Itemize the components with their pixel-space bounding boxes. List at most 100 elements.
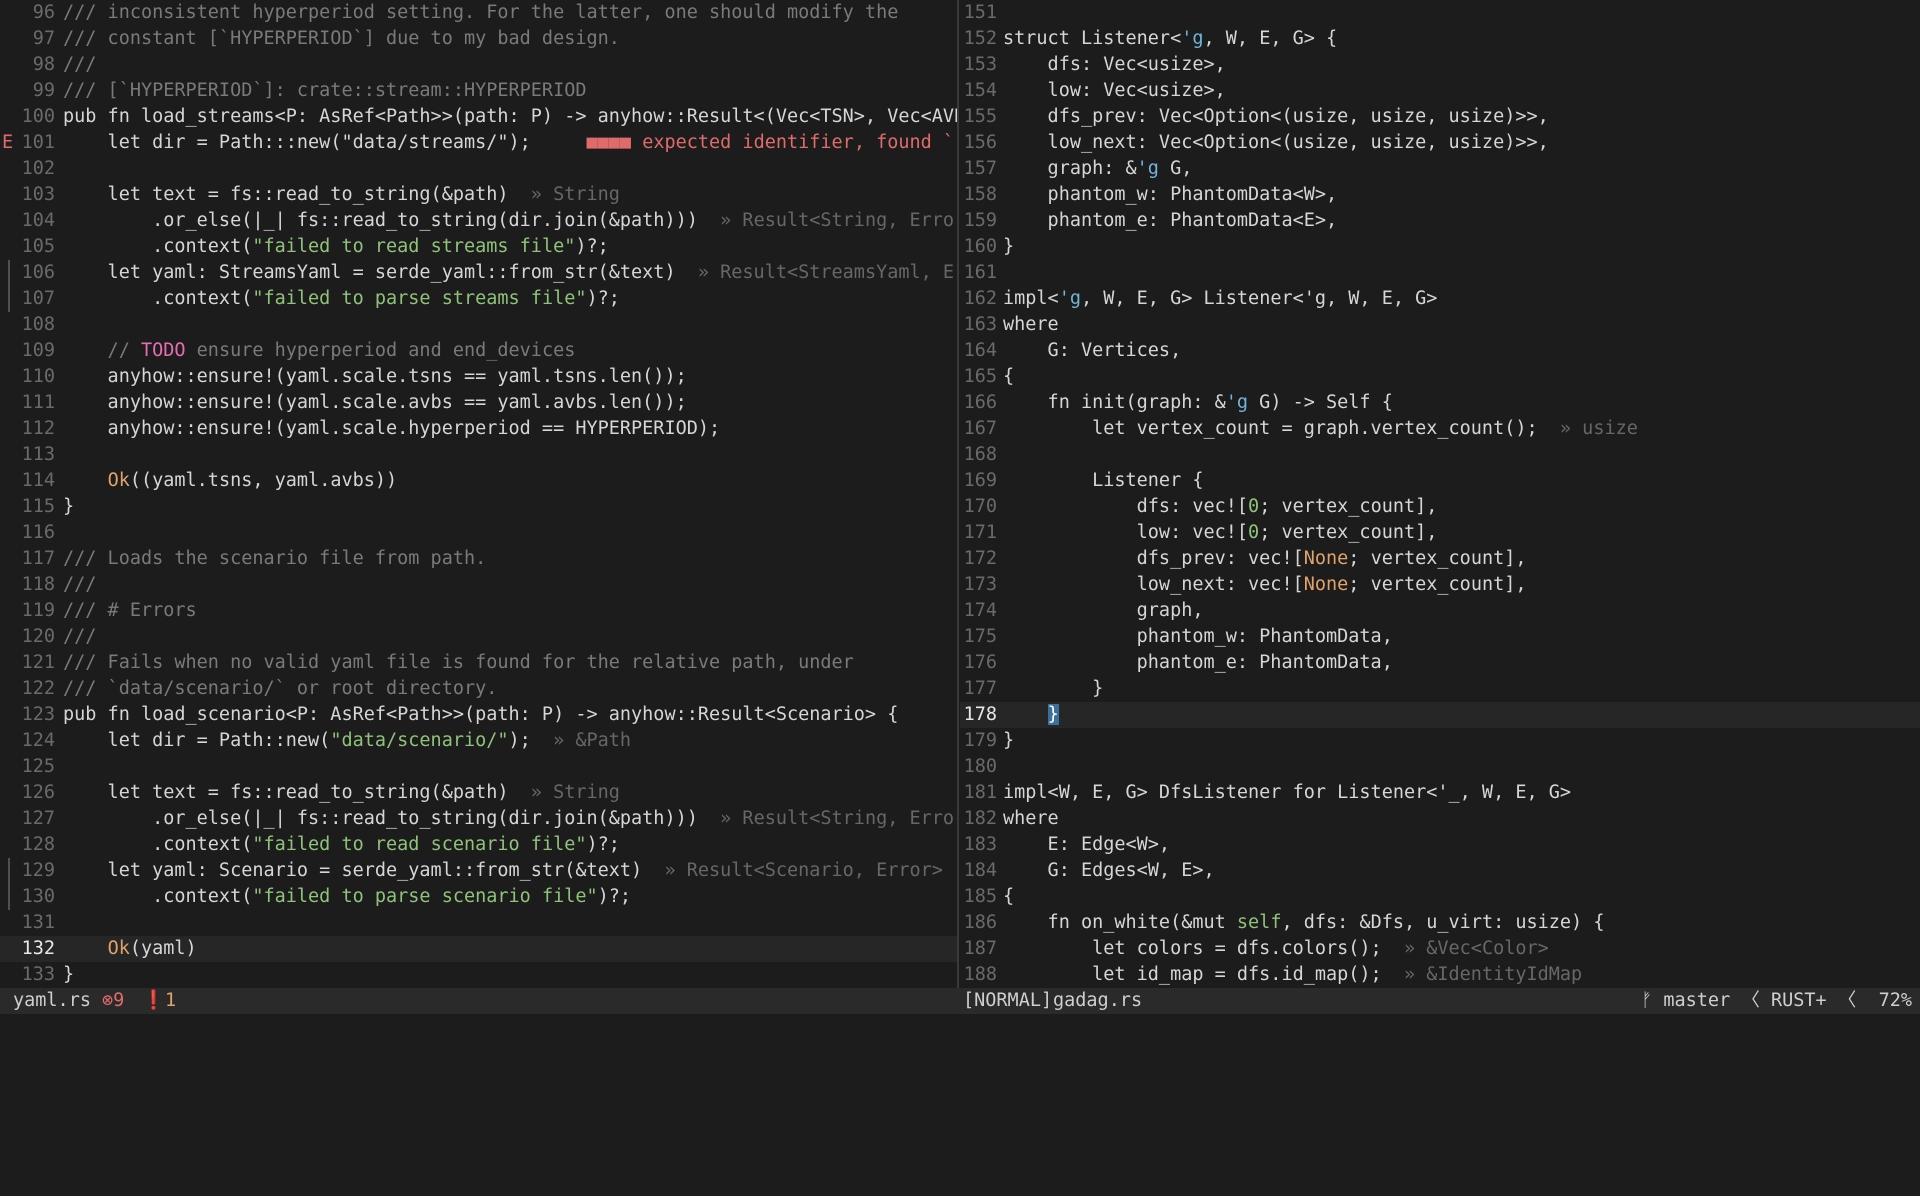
code-line[interactable]: 152 struct Listener<'g, W, E, G> { — [960, 26, 1920, 52]
code-text[interactable]: .context("failed to read scenario file")… — [63, 832, 620, 858]
code-text[interactable]: Listener { — [1003, 468, 1203, 494]
code-text[interactable]: low: Vec<usize>, — [1003, 78, 1226, 104]
code-line[interactable]: 165 { — [960, 364, 1920, 390]
code-line[interactable]: 154 low: Vec<usize>, — [960, 78, 1920, 104]
code-line[interactable]: 103 let text = fs::read_to_string(&path)… — [0, 182, 957, 208]
code-text[interactable]: low_next: Vec<Option<(usize, usize, usiz… — [1003, 130, 1549, 156]
code-line[interactable]: 172 dfs_prev: vec![None; vertex_count], — [960, 546, 1920, 572]
code-text[interactable]: let dir = Path::new("data/scenario/"); »… — [63, 728, 632, 754]
code-text[interactable]: phantom_e: PhantomData, — [1003, 650, 1393, 676]
code-text[interactable]: } — [63, 494, 74, 520]
status-warning-count[interactable]: ❗1 — [142, 988, 176, 1014]
code-line[interactable]: 121 /// Fails when no valid yaml file is … — [0, 650, 957, 676]
code-line[interactable]: 186 fn on_white(&mut self, dfs: &Dfs, u_… — [960, 910, 1920, 936]
code-line[interactable]: 176 phantom_e: PhantomData, — [960, 650, 1920, 676]
code-line[interactable]: 188 let id_map = dfs.id_map(); » &Identi… — [960, 962, 1920, 988]
code-line[interactable]: 159 phantom_e: PhantomData<E>, — [960, 208, 1920, 234]
code-text[interactable]: /// Loads the scenario file from path. — [63, 546, 486, 572]
code-line[interactable]: 181 impl<W, E, G> DfsListener for Listene… — [960, 780, 1920, 806]
code-line[interactable]: 157 graph: &'g G, — [960, 156, 1920, 182]
code-text[interactable]: dfs_prev: vec![None; vertex_count], — [1003, 546, 1527, 572]
code-text[interactable]: anyhow::ensure!(yaml.scale.hyperperiod =… — [63, 416, 721, 442]
code-line[interactable]: 173 low_next: vec![None; vertex_count], — [960, 572, 1920, 598]
code-text[interactable]: pub fn load_streams<P: AsRef<Path>>(path… — [63, 104, 957, 130]
code-text[interactable]: .or_else(|_| fs::read_to_string(dir.join… — [63, 806, 957, 832]
code-line[interactable]: 107 .context("failed to parse streams fi… — [0, 286, 957, 312]
code-line[interactable]: 182 where — [960, 806, 1920, 832]
code-text[interactable]: /// # Errors — [63, 598, 197, 624]
code-line[interactable]: 110 anyhow::ensure!(yaml.scale.tsns == y… — [0, 364, 957, 390]
code-text[interactable]: Ok(yaml) — [63, 936, 197, 962]
code-line[interactable]: 98 /// — [0, 52, 957, 78]
code-line[interactable]: 161 — [960, 260, 1920, 286]
code-text[interactable]: pub fn load_scenario<P: AsRef<Path>>(pat… — [63, 702, 898, 728]
code-line[interactable]: 109 // TODO ensure hyperperiod and end_d… — [0, 338, 957, 364]
code-text[interactable]: /// `data/scenario/` or root directory. — [63, 676, 497, 702]
code-line[interactable]: 175 phantom_w: PhantomData, — [960, 624, 1920, 650]
code-text[interactable]: /// inconsistent hyperperiod setting. Fo… — [63, 0, 898, 26]
code-text[interactable]: Ok((yaml.tsns, yaml.avbs)) — [63, 468, 398, 494]
code-text[interactable]: } — [1003, 702, 1059, 728]
status-error-count[interactable]: ⊗9 — [102, 988, 124, 1014]
code-line[interactable]: 164 G: Vertices, — [960, 338, 1920, 364]
code-line[interactable]: 129 let yaml: Scenario = serde_yaml::fro… — [0, 858, 957, 884]
code-line[interactable]: 153 dfs: Vec<usize>, — [960, 52, 1920, 78]
code-text[interactable]: low: vec![0; vertex_count], — [1003, 520, 1438, 546]
code-text[interactable]: /// — [63, 624, 96, 650]
code-line[interactable]: 132 Ok(yaml) — [0, 936, 957, 962]
code-text[interactable]: low_next: vec![None; vertex_count], — [1003, 572, 1527, 598]
code-line[interactable]: 96 /// inconsistent hyperperiod setting. … — [0, 0, 957, 26]
code-line[interactable]: 179} — [960, 728, 1920, 754]
code-text[interactable]: phantom_w: PhantomData, — [1003, 624, 1393, 650]
code-text[interactable]: let yaml: Scenario = serde_yaml::from_st… — [63, 858, 943, 884]
code-line[interactable]: 160} — [960, 234, 1920, 260]
command-line[interactable] — [0, 1014, 1920, 1057]
code-line[interactable]: 106 let yaml: StreamsYaml = serde_yaml::… — [0, 260, 957, 286]
code-line[interactable]: 184 G: Edges<W, E>, — [960, 858, 1920, 884]
code-line[interactable]: 105 .context("failed to read streams fil… — [0, 234, 957, 260]
code-line[interactable]: 100 pub fn load_streams<P: AsRef<Path>>(p… — [0, 104, 957, 130]
code-line[interactable]: 97 /// constant [`HYPERPERIOD`] due to my… — [0, 26, 957, 52]
code-line[interactable]: 133} — [0, 962, 957, 988]
code-line[interactable]: 125 — [0, 754, 957, 780]
code-line[interactable]: 185 { — [960, 884, 1920, 910]
code-line[interactable]: 119 /// # Errors — [0, 598, 957, 624]
code-text[interactable]: fn init(graph: &'g G) -> Self { — [1003, 390, 1393, 416]
code-line[interactable]: 123 pub fn load_scenario<P: AsRef<Path>>(… — [0, 702, 957, 728]
code-line[interactable]: 178 } — [960, 702, 1920, 728]
split-divider[interactable] — [957, 0, 959, 1014]
code-text[interactable]: phantom_w: PhantomData<W>, — [1003, 182, 1338, 208]
code-line[interactable]: 127 .or_else(|_| fs::read_to_string(dir.… — [0, 806, 957, 832]
code-text[interactable]: where — [1003, 806, 1059, 832]
code-line[interactable]: 174 graph, — [960, 598, 1920, 624]
code-text[interactable]: .or_else(|_| fs::read_to_string(dir.join… — [63, 208, 957, 234]
code-line[interactable]: 113 — [0, 442, 957, 468]
code-line[interactable]: 118 /// — [0, 572, 957, 598]
code-text[interactable]: let yaml: StreamsYaml = serde_yaml::from… — [63, 260, 957, 286]
code-text[interactable]: let id_map = dfs.id_map(); » &IdentityId… — [1003, 962, 1582, 988]
code-text[interactable]: /// — [63, 52, 96, 78]
code-line[interactable]: 162 impl<'g, W, E, G> Listener<'g, W, E, … — [960, 286, 1920, 312]
code-line[interactable]: 99 /// [`HYPERPERIOD`]: crate::stream::HY… — [0, 78, 957, 104]
code-text[interactable]: G: Vertices, — [1003, 338, 1182, 364]
left-editor-pane[interactable]: 96 /// inconsistent hyperperiod setting. … — [0, 0, 957, 988]
code-line[interactable]: 155 dfs_prev: Vec<Option<(usize, usize, … — [960, 104, 1920, 130]
code-text[interactable]: /// Fails when no valid yaml file is fou… — [63, 650, 854, 676]
code-line[interactable]: 108 — [0, 312, 957, 338]
code-line[interactable]: 187 let colors = dfs.colors(); » &Vec<Co… — [960, 936, 1920, 962]
code-text[interactable]: phantom_e: PhantomData<E>, — [1003, 208, 1338, 234]
code-text[interactable]: .context("failed to read streams file")?… — [63, 234, 609, 260]
code-text[interactable]: } — [1003, 234, 1014, 260]
code-text[interactable]: } — [1003, 728, 1014, 754]
code-text[interactable]: fn on_white(&mut self, dfs: &Dfs, u_virt… — [1003, 910, 1605, 936]
code-text[interactable]: /// — [63, 572, 96, 598]
code-line[interactable]: 115} — [0, 494, 957, 520]
code-text[interactable]: .context("failed to parse scenario file"… — [63, 884, 631, 910]
code-text[interactable]: let text = fs::read_to_string(&path) » S… — [63, 780, 620, 806]
code-line[interactable]: 156 low_next: Vec<Option<(usize, usize, … — [960, 130, 1920, 156]
code-text[interactable]: where — [1003, 312, 1059, 338]
code-line[interactable]: 102 — [0, 156, 957, 182]
code-text[interactable]: let dir = Path:::new("data/streams/"); ■… — [63, 130, 957, 156]
code-line[interactable]: 183 E: Edge<W>, — [960, 832, 1920, 858]
code-line[interactable]: 163 where — [960, 312, 1920, 338]
